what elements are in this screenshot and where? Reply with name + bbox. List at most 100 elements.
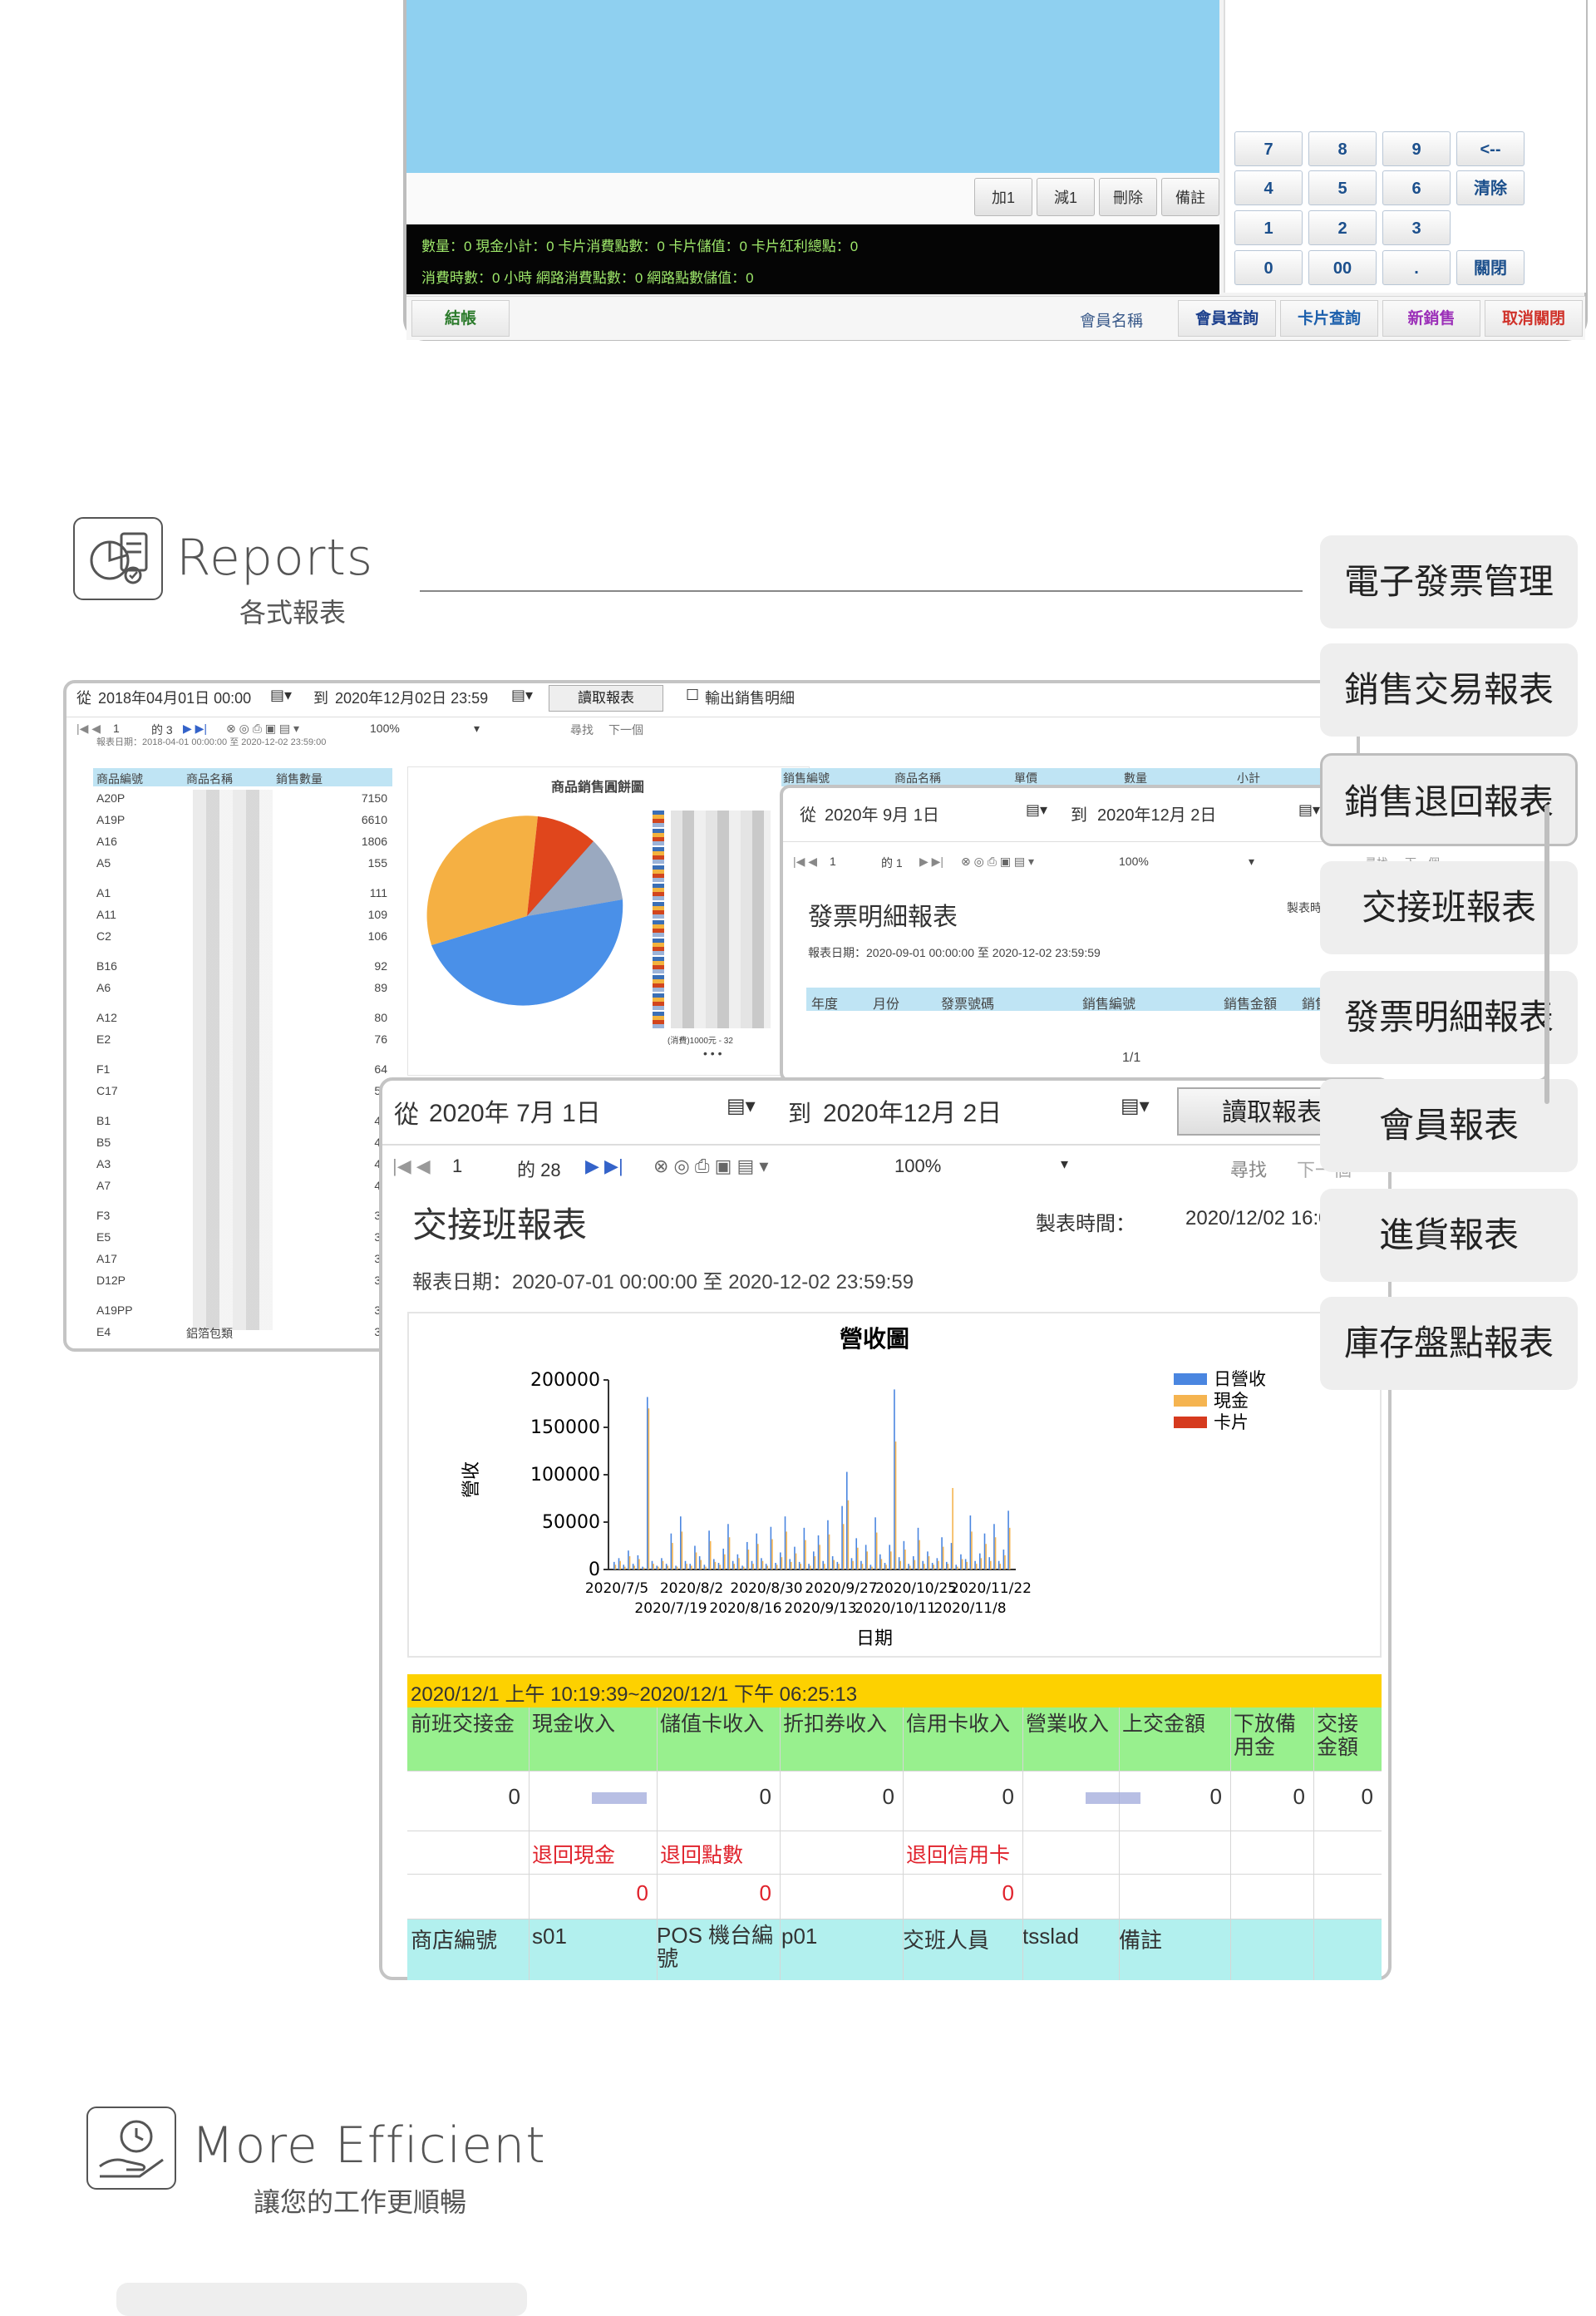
key-00[interactable]: 00 xyxy=(1308,250,1377,285)
key-5[interactable]: 5 xyxy=(1308,170,1377,205)
nav-next-icon[interactable]: ▶ ▶| xyxy=(183,722,207,736)
bar-日營收 xyxy=(628,1550,629,1569)
minus-one-button[interactable]: 減1 xyxy=(1037,178,1095,216)
bar-日營收 xyxy=(884,1563,886,1569)
to-date[interactable]: 2020年12月02日 23:59 xyxy=(335,687,488,708)
key-7[interactable]: 7 xyxy=(1234,131,1303,166)
to-label: 到 xyxy=(1071,806,1087,825)
zoom-dropdown-icon[interactable]: ▾ xyxy=(474,722,480,736)
key-4[interactable]: 4 xyxy=(1234,170,1303,205)
bar-現金 xyxy=(709,1540,712,1569)
key-1[interactable]: 1 xyxy=(1234,210,1303,245)
delete-button[interactable]: 刪除 xyxy=(1099,178,1157,216)
bar-日營收 xyxy=(713,1559,715,1569)
to-date[interactable]: 2020年12月 2日 xyxy=(1097,801,1216,825)
nav-next-icon[interactable]: ▶ ▶| xyxy=(919,855,943,869)
shift-report-window: 從 2020年 7月 1日 ▤▾ 到 2020年12月 2日 ▤▾ 讀取報表 |… xyxy=(379,1077,1392,1980)
menu-item-7[interactable]: 進貨報表 xyxy=(1320,1189,1578,1282)
key-close[interactable]: 關閉 xyxy=(1456,250,1525,285)
checkout-button[interactable]: 結帳 xyxy=(411,300,510,337)
toolbar-icons[interactable]: ⊗ ◎ ⎙ ▣ ▤ ▾ xyxy=(653,1156,768,1177)
key-9[interactable]: 9 xyxy=(1382,131,1451,166)
bar-現金 xyxy=(871,1566,873,1569)
calendar-icon[interactable]: ▤▾ xyxy=(270,687,292,704)
zoom-select[interactable]: 100% xyxy=(1119,855,1149,868)
key-0[interactable]: 0 xyxy=(1234,250,1303,285)
zoom-select[interactable]: 100% xyxy=(894,1156,941,1177)
zoom-dropdown-icon[interactable]: ▾ xyxy=(1061,1156,1068,1173)
next-link[interactable]: 下一個 xyxy=(608,722,643,738)
bar-日營收 xyxy=(827,1520,829,1569)
nav-first-icon[interactable]: |◀ ◀ xyxy=(76,722,101,736)
toolbar-icons[interactable]: ⊗ ◎ ⎙ ▣ ▤ ▾ xyxy=(961,855,1034,869)
bar-日營收 xyxy=(936,1558,938,1569)
key-8[interactable]: 8 xyxy=(1308,131,1377,166)
cancel-close-button[interactable]: 取消關閉 xyxy=(1485,300,1583,337)
bar-現金 xyxy=(700,1560,702,1569)
zoom-dropdown-icon[interactable]: ▾ xyxy=(1249,855,1254,869)
page-number[interactable]: 1 xyxy=(452,1156,462,1177)
zoom-select[interactable]: 100% xyxy=(370,722,400,735)
from-date[interactable]: 2020年 7月 1日 xyxy=(429,1092,601,1129)
menu-item-8[interactable]: 庫存盤點報表 xyxy=(1320,1297,1578,1390)
refund-value: 0 xyxy=(1002,1880,1014,1905)
toolbar-icons[interactable]: ⊗ ◎ ⎙ ▣ ▤ ▾ xyxy=(226,722,299,736)
bar-日營收 xyxy=(917,1527,919,1569)
nav-next-icon[interactable]: ▶ ▶| xyxy=(585,1156,623,1177)
row-product-id: A3 xyxy=(96,1157,111,1170)
to-date[interactable]: 2020年12月 2日 xyxy=(823,1092,1002,1129)
calendar-icon[interactable]: ▤▾ xyxy=(727,1094,756,1118)
export-checkbox[interactable]: ☐ xyxy=(686,687,699,704)
find-link[interactable]: 尋找 xyxy=(1230,1156,1267,1182)
bar-日營收 xyxy=(789,1559,791,1569)
calendar-icon-2[interactable]: ▤▾ xyxy=(1121,1094,1150,1118)
add-one-button[interactable]: 加1 xyxy=(974,178,1032,216)
bar-日營收 xyxy=(869,1565,872,1569)
find-link[interactable]: 尋找 xyxy=(570,722,594,738)
menu-item-4[interactable]: 交接班報表 xyxy=(1320,861,1578,954)
member-query-button[interactable]: 會員查詢 xyxy=(1178,300,1276,337)
key-dot[interactable]: . xyxy=(1382,250,1451,285)
bar-現金 xyxy=(705,1566,707,1569)
calendar-icon[interactable]: ▤▾ xyxy=(1026,801,1047,819)
calendar-icon-2[interactable]: ▤▾ xyxy=(1298,801,1320,819)
key-2[interactable]: 2 xyxy=(1308,210,1377,245)
nav-first-icon[interactable]: |◀ ◀ xyxy=(793,855,817,869)
key-6[interactable]: 6 xyxy=(1382,170,1451,205)
bar-日營收 xyxy=(927,1551,929,1569)
grid-line xyxy=(1230,1707,1231,1980)
from-date[interactable]: 2018年04月01日 00:00 xyxy=(98,687,251,708)
bar-日營收 xyxy=(1007,1510,1009,1569)
key-3[interactable]: 3 xyxy=(1382,210,1451,245)
menu-item-1[interactable]: 電子發票管理 xyxy=(1320,535,1578,628)
bar-日營收 xyxy=(613,1561,615,1569)
row-product-id: E2 xyxy=(96,1032,111,1046)
key-clear[interactable]: 清除 xyxy=(1456,170,1525,205)
menu-item-2[interactable]: 銷售交易報表 xyxy=(1320,643,1578,737)
y-tick-label: 200000 xyxy=(530,1370,600,1391)
pos-item-list[interactable] xyxy=(406,0,1219,173)
menu-item-6[interactable]: 會員報表 xyxy=(1320,1079,1578,1172)
note-button[interactable]: 備註 xyxy=(1161,178,1219,216)
menu-item-3[interactable]: 銷售退回報表 xyxy=(1320,753,1578,846)
page-number[interactable]: 1 xyxy=(830,855,836,868)
new-sale-button[interactable]: 新銷售 xyxy=(1382,300,1480,337)
bar-現金 xyxy=(985,1544,987,1569)
page-number[interactable]: 1 xyxy=(113,722,120,735)
bar-現金 xyxy=(938,1560,939,1569)
card-query-button[interactable]: 卡片查詢 xyxy=(1280,300,1378,337)
nav-first-icon[interactable]: |◀ ◀ xyxy=(392,1156,431,1177)
legend-swatch xyxy=(1174,1395,1207,1407)
bar-日營收 xyxy=(751,1560,753,1569)
refund-label: 退回現金 xyxy=(532,1844,616,1867)
col-header: 交接金額 xyxy=(1317,1712,1359,1759)
menu-item-5[interactable]: 發票明細報表 xyxy=(1320,971,1578,1064)
calendar-icon-2[interactable]: ▤▾ xyxy=(511,687,533,704)
pos-action-row: 加1 減1 刪除 備註 xyxy=(406,173,1219,223)
row-product-id: A20P xyxy=(96,791,126,805)
read-report-button[interactable]: 讀取報表 xyxy=(549,685,663,712)
from-date[interactable]: 2020年 9月 1日 xyxy=(825,801,939,825)
bar-現金 xyxy=(957,1566,958,1569)
row-qty: 80 xyxy=(374,1011,387,1024)
key-backspace[interactable]: <-- xyxy=(1456,131,1525,166)
